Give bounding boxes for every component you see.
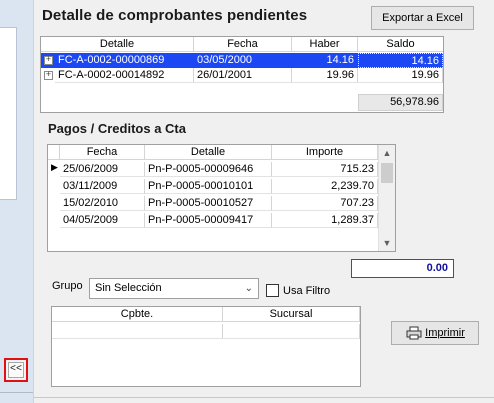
- cell-importe: 2,239.70: [272, 179, 378, 194]
- expand-icon[interactable]: +: [44, 71, 53, 80]
- grupo-select[interactable]: Sin Selección ⌄: [89, 278, 259, 299]
- expand-icon[interactable]: +: [44, 56, 53, 65]
- cell-haber: 19.96: [292, 68, 358, 83]
- cell-detalle: FC-A-0002-00014892: [55, 68, 194, 83]
- cell-importe: 715.23: [272, 162, 378, 177]
- payments-title: Pagos / Creditos a Cta: [48, 121, 186, 136]
- column-header-haber[interactable]: Haber: [292, 37, 358, 52]
- scroll-up-icon[interactable]: ▲: [379, 145, 395, 161]
- table-row[interactable]: + FC-A-0002-00000869 03/05/2000 14.16 14…: [41, 53, 443, 68]
- grupo-select-value: Sin Selección: [95, 282, 162, 294]
- current-row-icon: ▶: [51, 162, 58, 172]
- cell-detalle: FC-A-0002-00000869: [55, 53, 194, 68]
- main-panel: Detalle de comprobantes pendientes Expor…: [33, 0, 494, 403]
- column-header-detalle[interactable]: Detalle: [145, 145, 272, 160]
- cell-fecha: 15/02/2010: [60, 196, 145, 211]
- table-row[interactable]: 03/11/2009 Pn-P-0005-00010101 2,239.70: [48, 179, 378, 194]
- table-row[interactable]: 15/02/2010 Pn-P-0005-00010527 707.23: [48, 196, 378, 211]
- printer-icon: [406, 326, 422, 340]
- total-row: 56,978.96: [358, 94, 443, 111]
- table-row[interactable]: 04/05/2009 Pn-P-0005-00009417 1,289.37: [48, 213, 378, 228]
- column-header-fecha[interactable]: Fecha: [60, 145, 145, 160]
- cell-detalle: Pn-P-0005-00010101: [145, 179, 272, 194]
- print-button[interactable]: Imprimir: [391, 321, 479, 345]
- pending-grid[interactable]: Detalle Fecha Haber Saldo + FC-A-0002-00…: [40, 36, 444, 113]
- amount-field[interactable]: 0.00: [351, 259, 454, 278]
- column-header-importe[interactable]: Importe: [272, 145, 378, 160]
- cell-detalle: Pn-P-0005-00010527: [145, 196, 272, 211]
- comprobantes-grid[interactable]: Cpbte. Sucursal: [51, 306, 361, 387]
- cell-fecha: 03/05/2000: [194, 53, 292, 68]
- cell-fecha: 25/06/2009: [60, 162, 145, 177]
- cell-saldo: 19.96: [358, 68, 443, 83]
- vertical-scrollbar[interactable]: ▲ ▼: [378, 145, 395, 251]
- cell-cpbte: [52, 324, 223, 339]
- cell-fecha: 03/11/2009: [60, 179, 145, 194]
- pending-grid-header: Detalle Fecha Haber Saldo: [41, 37, 443, 52]
- left-panel: <<: [0, 0, 33, 403]
- column-header-cpbte[interactable]: Cpbte.: [52, 307, 223, 322]
- column-header-sucursal[interactable]: Sucursal: [223, 307, 360, 322]
- chevron-down-icon[interactable]: ⌄: [245, 279, 253, 298]
- payments-grid[interactable]: Fecha Detalle Importe ▶ 25/06/2009 Pn-P-…: [47, 144, 396, 252]
- total-saldo: 56,978.96: [358, 94, 443, 111]
- scroll-down-icon[interactable]: ▼: [379, 235, 395, 251]
- cell-fecha: 04/05/2009: [60, 213, 145, 228]
- payments-grid-header: Fecha Detalle Importe: [48, 145, 378, 160]
- cell-detalle: Pn-P-0005-00009417: [145, 213, 272, 228]
- cell-sucursal: [223, 324, 360, 339]
- grupo-label: Grupo: [52, 280, 83, 292]
- divider: [34, 397, 494, 398]
- table-row[interactable]: [52, 324, 360, 339]
- cell-detalle: Pn-P-0005-00009646: [145, 162, 272, 177]
- left-panel-content: [0, 27, 17, 200]
- cell-importe: 1,289.37: [272, 213, 378, 228]
- row-indicator-header: [48, 145, 60, 160]
- column-header-saldo[interactable]: Saldo: [358, 37, 443, 52]
- usa-filtro-checkbox[interactable]: [266, 284, 279, 297]
- scroll-thumb[interactable]: [381, 163, 393, 183]
- column-header-detalle[interactable]: Detalle: [41, 37, 194, 52]
- table-row[interactable]: ▶ 25/06/2009 Pn-P-0005-00009646 715.23: [48, 162, 378, 177]
- column-header-fecha[interactable]: Fecha: [194, 37, 292, 52]
- comprobantes-grid-header: Cpbte. Sucursal: [52, 307, 360, 322]
- collapse-panel-button[interactable]: <<: [4, 358, 28, 382]
- cell-fecha: 26/01/2001: [194, 68, 292, 83]
- collapse-label[interactable]: <<: [8, 362, 24, 378]
- cell-haber: 14.16: [292, 53, 358, 68]
- cell-importe: 707.23: [272, 196, 378, 211]
- divider: [0, 392, 33, 393]
- table-row[interactable]: + FC-A-0002-00014892 26/01/2001 19.96 19…: [41, 68, 443, 83]
- cell-saldo: 14.16: [358, 53, 443, 68]
- pending-title: Detalle de comprobantes pendientes: [42, 7, 308, 24]
- print-label: Imprimir: [425, 327, 465, 339]
- usa-filtro-label[interactable]: Usa Filtro: [283, 285, 330, 297]
- export-excel-button[interactable]: Exportar a Excel: [371, 6, 474, 30]
